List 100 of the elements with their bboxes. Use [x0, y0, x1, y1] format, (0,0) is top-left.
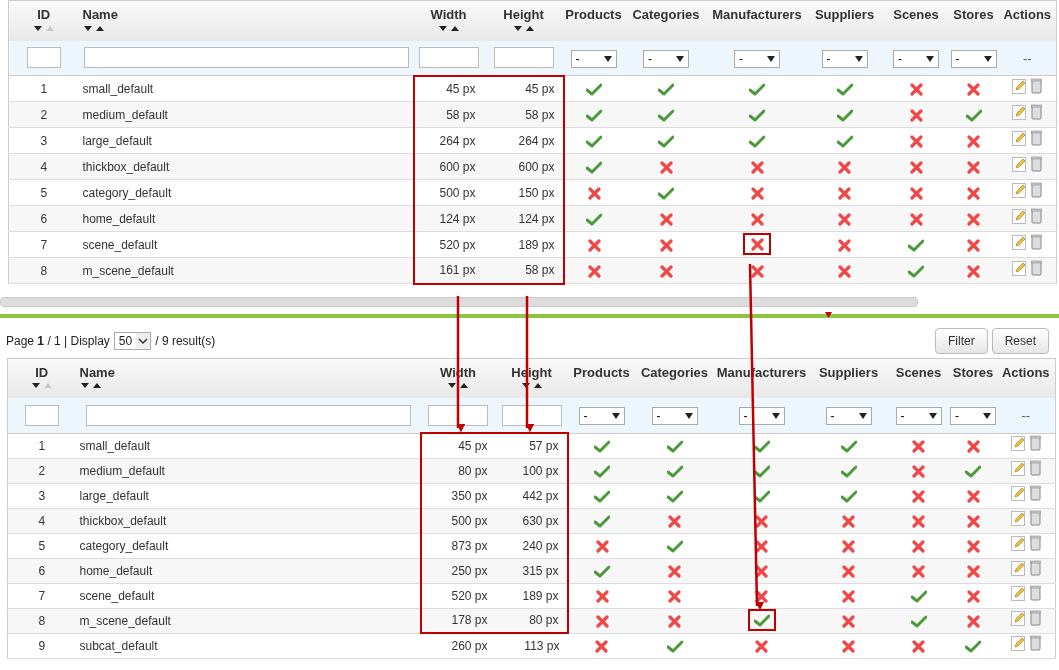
sort-arrows-icon[interactable]: [79, 382, 102, 389]
edit-pencil-icon[interactable]: [1010, 585, 1026, 601]
sort-arrows-icon[interactable]: [520, 382, 543, 389]
filter-input[interactable]: [85, 404, 411, 426]
sort-arrows-icon[interactable]: [512, 24, 535, 32]
filter-select[interactable]: -: [738, 407, 785, 426]
trash-icon[interactable]: [1029, 485, 1041, 501]
trash-icon[interactable]: [1029, 560, 1041, 576]
pagination-text: Page 1 / 1 | Display: [6, 332, 110, 350]
filter-input[interactable]: [24, 404, 59, 426]
name-cell: m_scene_default: [82, 263, 174, 278]
height-cell: 58 px: [483, 257, 564, 284]
filter-input[interactable]: [418, 47, 479, 68]
edit-pencil-icon[interactable]: [1010, 435, 1026, 451]
sort-arrows-icon[interactable]: [437, 24, 460, 32]
edit-pencil-icon[interactable]: [1010, 610, 1026, 626]
result-count: / 9 result(s): [155, 332, 216, 350]
width-cell: 161 px: [413, 257, 484, 284]
caret-icon: [136, 332, 151, 349]
name-cell: scene_default: [79, 588, 155, 603]
sort-arrows-icon[interactable]: [32, 24, 55, 32]
column-header: Manufacturers: [712, 6, 802, 24]
trash-icon[interactable]: [1031, 78, 1043, 94]
actions-filter-text: --: [1021, 50, 1033, 66]
horizontal-scrollbar[interactable]: [0, 296, 918, 307]
name-cell: m_scene_default: [79, 613, 171, 628]
name-cell: home_default: [82, 211, 156, 226]
edit-pencil-icon[interactable]: [1012, 130, 1028, 146]
column-header: Width: [430, 6, 467, 24]
column-header: ID: [35, 363, 49, 382]
edit-pencil-icon[interactable]: [1010, 485, 1026, 501]
trash-icon[interactable]: [1029, 435, 1041, 451]
edit-pencil-icon[interactable]: [1010, 635, 1026, 651]
edit-pencil-icon[interactable]: [1012, 208, 1028, 224]
column-header: Suppliers: [818, 363, 879, 382]
filter-select[interactable]: -: [651, 407, 698, 426]
id-cell: 7: [40, 237, 48, 252]
filter-select[interactable]: -: [821, 49, 868, 68]
trash-icon[interactable]: [1031, 104, 1043, 120]
filter-select[interactable]: -: [950, 49, 997, 68]
filter-select[interactable]: -: [825, 407, 872, 426]
filter-select[interactable]: -: [893, 49, 939, 68]
edit-pencil-icon[interactable]: [1010, 535, 1026, 551]
edit-pencil-icon[interactable]: [1012, 78, 1028, 94]
edit-pencil-icon[interactable]: [1012, 104, 1028, 120]
height-cell: 113 px: [495, 633, 568, 658]
trash-icon[interactable]: [1029, 460, 1041, 476]
toolbar-button[interactable]: Filter: [934, 327, 988, 354]
filter-input[interactable]: [428, 404, 488, 426]
caret-icon: [854, 55, 863, 62]
filter-input[interactable]: [493, 47, 554, 68]
caret-icon: [676, 55, 684, 62]
filter-select[interactable]: -: [578, 407, 625, 426]
trash-icon[interactable]: [1031, 260, 1043, 276]
trash-icon[interactable]: [1031, 182, 1043, 198]
name-cell: medium_default: [82, 107, 168, 122]
name-cell: home_default: [79, 563, 153, 578]
width-cell: 260 px: [420, 633, 496, 658]
name-cell: large_default: [79, 488, 149, 503]
sort-arrows-icon[interactable]: [30, 382, 53, 389]
edit-pencil-icon[interactable]: [1010, 560, 1026, 576]
filter-input[interactable]: [501, 404, 562, 426]
trash-icon[interactable]: [1029, 635, 1041, 651]
sort-arrows-icon[interactable]: [82, 24, 105, 32]
filter-input[interactable]: [83, 47, 409, 69]
toolbar-button[interactable]: Reset: [991, 327, 1049, 354]
name-cell: small_default: [79, 438, 151, 453]
edit-pencil-icon[interactable]: [1012, 182, 1028, 198]
trash-icon[interactable]: [1031, 130, 1043, 146]
id-cell: 8: [38, 613, 46, 628]
id-cell: 4: [40, 159, 48, 174]
sort-arrows-icon[interactable]: [447, 382, 469, 389]
trash-icon[interactable]: [1031, 156, 1043, 172]
caret-icon: [926, 55, 934, 62]
filter-select[interactable]: -: [895, 407, 942, 426]
caret-icon: [771, 413, 780, 420]
trash-icon[interactable]: [1029, 535, 1041, 551]
per-page-select[interactable]: 50: [113, 331, 152, 350]
edit-pencil-icon[interactable]: [1010, 510, 1026, 526]
trash-icon[interactable]: [1031, 208, 1043, 224]
caret-icon: [603, 55, 612, 62]
filter-select[interactable]: -: [734, 49, 780, 68]
column-header: Categories: [640, 363, 709, 382]
id-cell: 6: [38, 563, 46, 578]
filter-input[interactable]: [26, 47, 61, 69]
trash-icon[interactable]: [1029, 510, 1041, 526]
edit-pencil-icon[interactable]: [1012, 260, 1028, 276]
edit-pencil-icon[interactable]: [1012, 156, 1028, 172]
filter-select[interactable]: -: [950, 407, 996, 426]
trash-icon[interactable]: [1029, 585, 1041, 601]
filter-select[interactable]: -: [570, 49, 617, 68]
id-cell: 5: [38, 538, 46, 553]
filter-select[interactable]: -: [643, 49, 689, 68]
edit-pencil-icon[interactable]: [1012, 234, 1028, 250]
column-header: ID: [37, 6, 51, 24]
trash-icon[interactable]: [1031, 234, 1043, 250]
edit-pencil-icon[interactable]: [1010, 460, 1026, 476]
caret-icon: [983, 55, 992, 62]
trash-icon[interactable]: [1029, 610, 1041, 626]
name-cell: scene_default: [82, 237, 158, 252]
